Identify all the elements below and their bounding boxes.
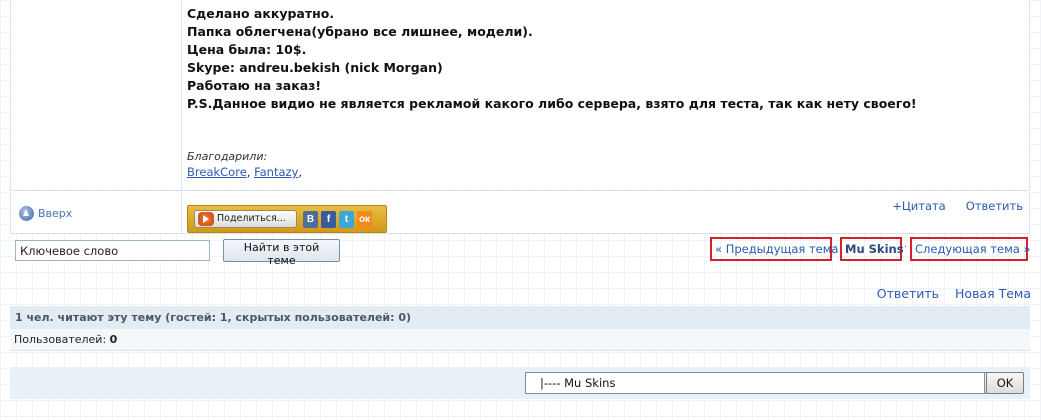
topic-readers-users: Пользователей: 0 [10,329,1030,351]
odnoklassniki-icon[interactable]: ок [357,211,372,228]
thanks-user-link[interactable]: Fantazy [254,165,298,179]
reply-topic-link[interactable]: Ответить [877,286,939,301]
post-footer-row: Вверх Поделиться... В f t ок +Цитата Отв… [10,192,1030,234]
share-bar: Поделиться... В f t ок [187,205,387,233]
post-actions: +Цитата Ответить [892,199,1023,213]
thanks-users: BreakCore, Fantazy, [187,165,302,179]
topic-readers-header: 1 чел. читают эту тему (гостей: 1, скрыт… [10,306,1030,329]
users-label: Пользователей: [14,333,107,346]
share-button[interactable]: Поделиться... [194,210,297,228]
post-body: Сделано аккуратно. Папка облегчена(убран… [187,5,1022,113]
users-count: 0 [109,333,118,346]
prev-topic-link[interactable]: « Предыдущая тема [710,237,838,261]
quote-button[interactable]: +Цитата [892,199,946,213]
topic-search-input[interactable] [15,240,210,261]
back-to-top-link[interactable]: Вверх [19,206,72,221]
post-line: Сделано аккуратно. [187,6,335,21]
post-footer-left: Вверх [11,192,182,233]
post-line: Работаю на заказ! [187,78,322,93]
share-icon [198,212,214,226]
facebook-icon[interactable]: f [321,211,336,228]
nav-separator: · [904,242,908,253]
post-line: Цена была: 10$. [187,42,307,57]
forum-jump-ok-button[interactable]: OK [986,372,1024,394]
thanks-separator: , [246,165,255,179]
topic-actions: Ответить Новая Тема [877,286,1031,301]
forum-jump-bar: |---- Mu Skins [10,367,1030,399]
current-topic-link[interactable]: Mu Skins [840,237,904,261]
post-line: Папка облегчена(убрано все лишнее, модел… [187,24,533,39]
thanks-label: Благодарили: [187,150,268,163]
thanks-block: Благодарили: BreakCore, Fantazy, [187,150,302,179]
back-to-top-label: Вверх [38,207,73,220]
nav-separator: · [834,242,838,253]
vk-icon[interactable]: В [303,211,318,228]
reply-button[interactable]: Ответить [966,199,1023,213]
forum-jump-selected: |---- Mu Skins [540,376,616,390]
forum-jump-select[interactable]: |---- Mu Skins [525,372,1001,394]
post-line: Skype: andreu.bekish (nick Morgan) [187,60,443,75]
thanks-trailing: , [298,165,303,179]
topic-search-button[interactable]: Найти в этой теме [223,239,340,267]
next-topic-link[interactable]: Следующая тема » [910,237,1031,261]
post-author-column [11,0,182,190]
arrow-up-icon [19,206,34,221]
twitter-icon[interactable]: t [339,211,354,228]
post-line: P.S.Данное видио не является рекламой ка… [187,96,917,111]
post-row: Сделано аккуратно. Папка облегчена(убран… [10,0,1030,191]
thanks-user-link[interactable]: BreakCore [187,165,247,179]
share-label: Поделиться... [217,213,286,224]
new-topic-link[interactable]: Новая Тема [955,286,1031,301]
